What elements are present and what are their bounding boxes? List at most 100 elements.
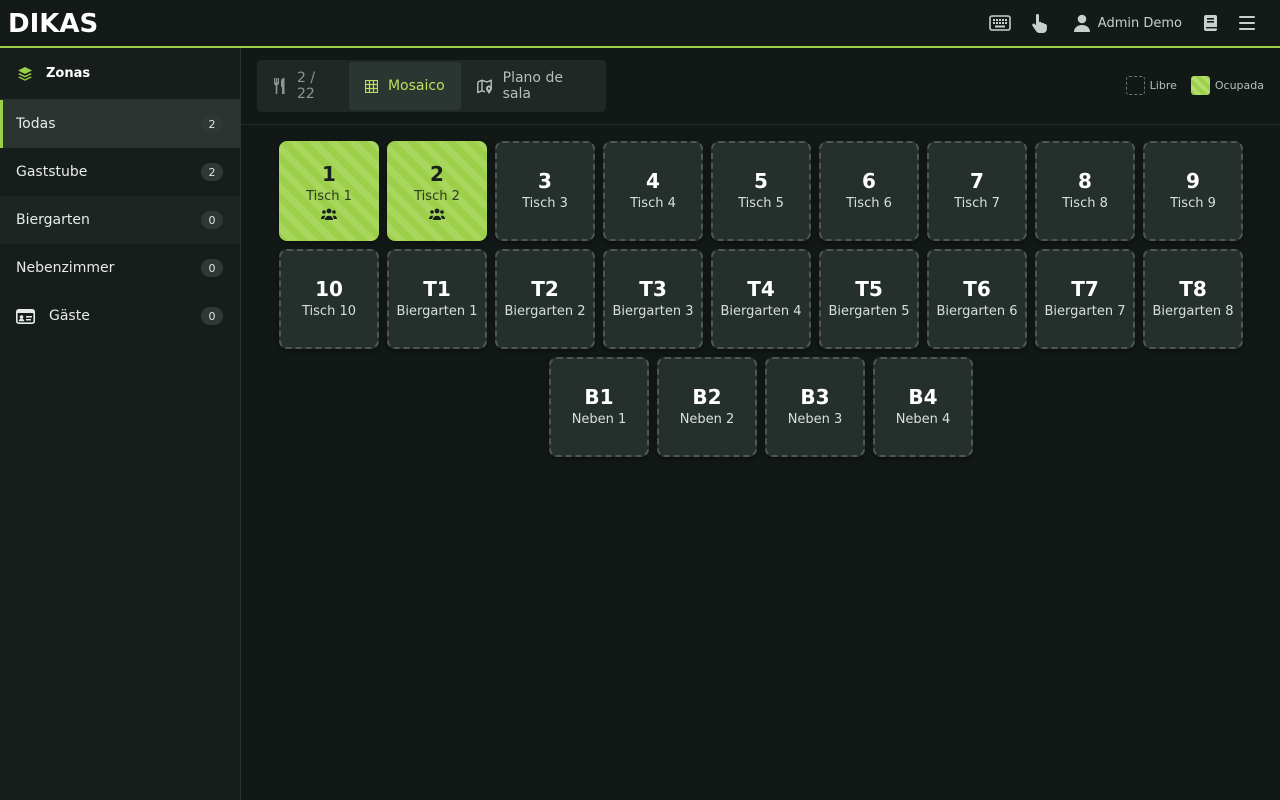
- table-number: 3: [538, 169, 552, 193]
- legend: Libre Ocupada: [1125, 76, 1264, 95]
- sidebar-item-nebenzimmer[interactable]: Nebenzimmer 0: [0, 244, 240, 292]
- table-name: Biergarten 7: [1044, 304, 1126, 319]
- menu-icon[interactable]: [1239, 0, 1255, 46]
- table-number: 10: [315, 277, 343, 301]
- table-name: Tisch 6: [846, 196, 892, 211]
- table-tile[interactable]: T2 Biergarten 2: [495, 249, 595, 349]
- app-logo[interactable]: DIKAS: [8, 7, 98, 41]
- table-number: 8: [1078, 169, 1092, 193]
- table-number: T8: [1179, 277, 1207, 301]
- sidebar-item-biergarten[interactable]: Biergarten 0: [0, 196, 240, 244]
- tab-label: Plano de sala: [502, 70, 563, 102]
- table-number: T3: [639, 277, 667, 301]
- table-name: Tisch 7: [954, 196, 1000, 211]
- user-icon[interactable]: [1073, 0, 1090, 46]
- table-number: 5: [754, 169, 768, 193]
- table-name: Biergarten 6: [936, 304, 1018, 319]
- user-name[interactable]: Admin Demo: [1098, 16, 1182, 31]
- table-tile[interactable]: T3 Biergarten 3: [603, 249, 703, 349]
- table-tile[interactable]: B4 Neben 4: [873, 357, 973, 457]
- table-number: 6: [862, 169, 876, 193]
- table-name: Tisch 10: [302, 304, 356, 319]
- table-tile[interactable]: T5 Biergarten 5: [819, 249, 919, 349]
- tab-mosaico[interactable]: Mosaico: [348, 62, 461, 110]
- table-name: Tisch 3: [522, 196, 568, 211]
- sidebar-item-label: Nebenzimmer: [16, 260, 115, 276]
- table-tile[interactable]: 5 Tisch 5: [711, 141, 811, 241]
- table-name: Biergarten 2: [504, 304, 586, 319]
- table-tile[interactable]: 10 Tisch 10: [279, 249, 379, 349]
- table-tile[interactable]: 8 Tisch 8: [1035, 141, 1135, 241]
- table-name: Tisch 9: [1170, 196, 1216, 211]
- utensils-icon: [273, 78, 287, 94]
- table-tile[interactable]: 3 Tisch 3: [495, 141, 595, 241]
- table-name: Biergarten 4: [720, 304, 802, 319]
- table-tile[interactable]: B2 Neben 2: [657, 357, 757, 457]
- table-tile[interactable]: 1 Tisch 1: [279, 141, 379, 241]
- legend-occupied-label: Ocupada: [1214, 79, 1264, 92]
- table-name: Biergarten 1: [396, 304, 478, 319]
- table-name: Tisch 5: [738, 196, 784, 211]
- table-number: B3: [800, 385, 830, 409]
- table-tile[interactable]: T7 Biergarten 7: [1035, 249, 1135, 349]
- table-number: B1: [584, 385, 614, 409]
- table-name: Biergarten 5: [828, 304, 910, 319]
- count-badge: 0: [201, 259, 223, 277]
- count-badge: 0: [201, 211, 223, 229]
- table-name: Biergarten 8: [1152, 304, 1234, 319]
- hand-pointer-icon[interactable]: [1030, 0, 1048, 46]
- table-tile[interactable]: 7 Tisch 7: [927, 141, 1027, 241]
- id-card-icon: [16, 308, 35, 324]
- table-name: Tisch 4: [630, 196, 676, 211]
- sidebar-item-content: Gäste: [16, 308, 90, 324]
- occupancy-count: 2 / 22: [257, 60, 349, 112]
- top-bar: DIKAS Admin Demo: [0, 0, 1280, 48]
- table-tile[interactable]: 6 Tisch 6: [819, 141, 919, 241]
- legend-free-swatch: [1125, 76, 1145, 95]
- table-tile[interactable]: T1 Biergarten 1: [387, 249, 487, 349]
- legend-occupied-swatch: [1190, 76, 1210, 95]
- table-name: Biergarten 3: [612, 304, 694, 319]
- sidebar-item-label: Gaststube: [16, 164, 88, 180]
- table-tile[interactable]: B3 Neben 3: [765, 357, 865, 457]
- table-tile[interactable]: 2 Tisch 2: [387, 141, 487, 241]
- table-name: Tisch 2: [414, 189, 460, 204]
- table-name: Neben 1: [571, 412, 627, 427]
- table-number: 9: [1186, 169, 1200, 193]
- table-tile[interactable]: T4 Biergarten 4: [711, 249, 811, 349]
- table-name: Tisch 1: [306, 189, 352, 204]
- table-number: T7: [1071, 277, 1099, 301]
- keyboard-icon[interactable]: [988, 0, 1011, 46]
- sidebar-item-label: Todas: [16, 116, 56, 132]
- book-icon[interactable]: [1202, 0, 1218, 46]
- table-name: Neben 3: [787, 412, 843, 427]
- tab-plano-de-sala[interactable]: Plano de sala: [461, 60, 606, 112]
- zones-title: Zonas: [46, 66, 91, 81]
- table-number: T6: [963, 277, 991, 301]
- table-name: Neben 4: [895, 412, 951, 427]
- sidebar-item-label: Gäste: [49, 308, 90, 324]
- count-badge: 2: [201, 163, 223, 181]
- table-tile[interactable]: 9 Tisch 9: [1143, 141, 1243, 241]
- legend-free-label: Libre: [1149, 79, 1177, 92]
- table-number: T1: [423, 277, 451, 301]
- table-tile[interactable]: B1 Neben 1: [549, 357, 649, 457]
- sidebar-item-gaeste[interactable]: Gäste 0: [0, 292, 240, 340]
- sidebar-item-gaststube[interactable]: Gaststube 2: [0, 148, 240, 196]
- table-number: B4: [908, 385, 938, 409]
- table-name: Neben 2: [679, 412, 735, 427]
- occupancy-text: 2 / 22: [297, 70, 316, 102]
- guests-icon: [321, 208, 337, 220]
- table-number: T4: [747, 277, 775, 301]
- table-tile[interactable]: T6 Biergarten 6: [927, 249, 1027, 349]
- sidebar-item-todas[interactable]: Todas 2: [0, 100, 240, 148]
- table-name: Tisch 8: [1062, 196, 1108, 211]
- table-tile[interactable]: 4 Tisch 4: [603, 141, 703, 241]
- layers-icon: [17, 66, 33, 82]
- zones-header: Zonas: [0, 48, 240, 100]
- table-number: T2: [531, 277, 559, 301]
- table-number: T5: [855, 277, 883, 301]
- table-tile[interactable]: T8 Biergarten 8: [1143, 249, 1243, 349]
- sidebar-item-label: Biergarten: [16, 212, 90, 228]
- table-number: 7: [970, 169, 984, 193]
